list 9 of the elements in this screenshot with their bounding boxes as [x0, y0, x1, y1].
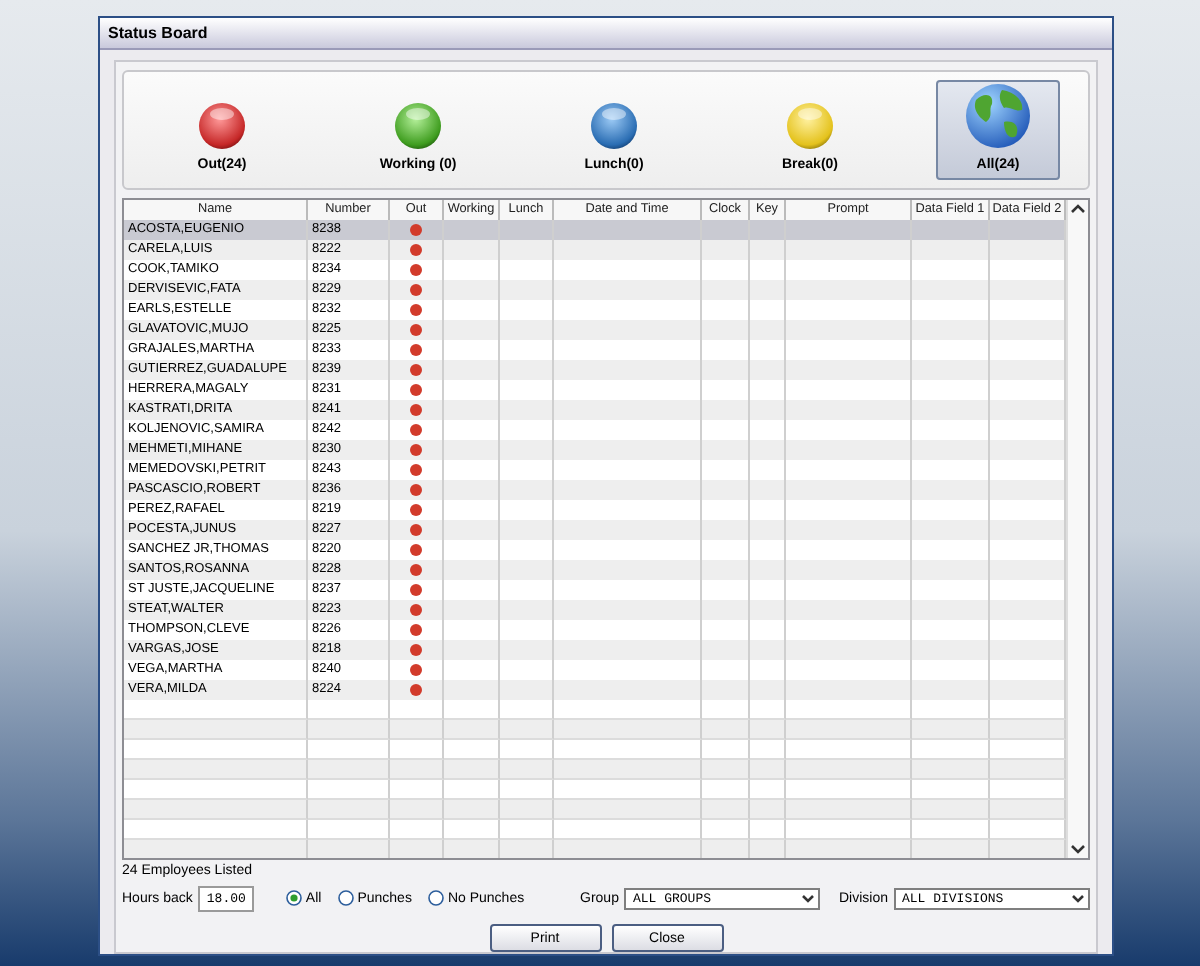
status-orb-icon	[394, 102, 442, 150]
window-title: Status Board	[100, 18, 1112, 50]
status-orb-icon	[590, 102, 638, 150]
radio-button[interactable]	[427, 890, 444, 906]
radio-button[interactable]	[337, 890, 354, 906]
status-orb-icon	[198, 102, 246, 150]
radio-button[interactable]	[285, 890, 302, 906]
globe-icon	[964, 82, 1032, 150]
status-orb-icon	[786, 102, 834, 150]
